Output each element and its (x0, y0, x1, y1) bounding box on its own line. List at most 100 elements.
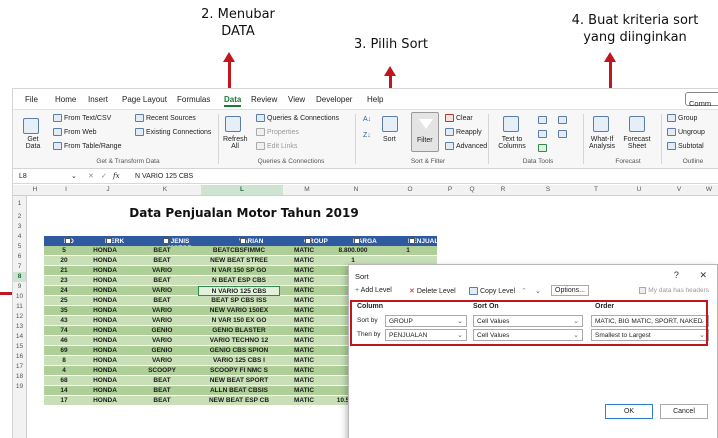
group-button[interactable]: Group (667, 114, 697, 122)
table-cell[interactable]: 1 (378, 247, 438, 254)
table-cell[interactable]: BEAT (126, 397, 198, 404)
table-cell[interactable]: MATIC (280, 397, 328, 404)
table-cell[interactable]: ALLN BEAT CBSIS (198, 387, 280, 394)
table-cell[interactable]: HONDA (84, 347, 126, 354)
col-header[interactable]: T (573, 186, 619, 193)
table-cell[interactable]: VARIO (126, 307, 198, 314)
table-cell[interactable]: MATIC (280, 377, 328, 384)
move-up-icon[interactable]: ⌃ (521, 287, 527, 295)
filter-dropdown-icon[interactable] (65, 238, 71, 244)
cancel-icon[interactable]: ✕ (88, 172, 94, 180)
table-cell[interactable]: HONDA (84, 257, 126, 264)
row-number[interactable]: 9 (13, 282, 26, 292)
table-cell[interactable]: BEATCBSFIMMC (198, 247, 280, 254)
delete-level-button[interactable]: ✕ Delete Level (409, 287, 456, 295)
row-number[interactable]: 3 (13, 222, 26, 232)
reapply-button[interactable]: Reapply (445, 128, 482, 136)
chevron-down-icon[interactable]: ⌄ (71, 172, 77, 180)
table-cell[interactable]: BEAT (126, 277, 198, 284)
table-cell[interactable]: HONDA (84, 367, 126, 374)
table-cell[interactable]: HONDA (84, 277, 126, 284)
table-cell[interactable]: SCOOPY FI NMC S (198, 367, 280, 374)
table-cell[interactable]: HONDA (84, 317, 126, 324)
table-cell[interactable]: VARIO (126, 287, 198, 294)
table-cell[interactable]: HONDA (84, 357, 126, 364)
table-cell[interactable]: BEAT (126, 257, 198, 264)
menu-home[interactable]: Home (55, 95, 76, 104)
row-number[interactable]: 1 (13, 196, 26, 212)
table-cell[interactable]: N BEAT ESP CBS (198, 277, 280, 284)
table-cell[interactable]: MATIC (280, 327, 328, 334)
filter-dropdown-icon[interactable] (354, 238, 360, 244)
row-number[interactable]: 13 (13, 322, 26, 332)
table-cell[interactable]: 21 (44, 267, 84, 274)
comments-button[interactable]: Comm (685, 92, 718, 108)
table-cell[interactable]: 69 (44, 347, 84, 354)
table-cell[interactable]: NEW BEAT ESP CB (198, 397, 280, 404)
my-data-headers-checkbox[interactable]: My data has headers (639, 287, 709, 294)
table-cell[interactable]: HONDA (84, 397, 126, 404)
sort-az-button[interactable]: A↓ (363, 116, 371, 123)
move-down-icon[interactable]: ⌄ (535, 287, 541, 295)
table-cell[interactable]: MATIC (280, 257, 328, 264)
table-cell[interactable]: MATIC (280, 357, 328, 364)
table-cell[interactable]: 1 (328, 257, 378, 264)
row-number[interactable]: 6 (13, 252, 26, 262)
table-cell[interactable]: BEAT (126, 297, 198, 304)
table-cell[interactable]: BEAT SP CBS ISS (198, 297, 280, 304)
col-header[interactable]: N (331, 186, 381, 193)
table-cell[interactable]: 43 (44, 317, 84, 324)
table-cell[interactable]: VARIO (126, 267, 198, 274)
from-text-button[interactable]: From Text/CSV (53, 114, 111, 122)
table-cell[interactable]: MATIC (280, 247, 328, 254)
get-data-button[interactable]: Get Data (23, 136, 43, 150)
clear-button[interactable]: Clear (445, 114, 473, 122)
col-header[interactable]: W (699, 186, 718, 193)
table-cell[interactable]: MATIC (280, 267, 328, 274)
queries-connections-button[interactable]: Queries & Connections (256, 114, 339, 122)
table-cell[interactable]: 4 (44, 367, 84, 374)
col-header[interactable]: J (87, 186, 129, 193)
row-number-selected[interactable]: 8 (13, 272, 26, 282)
remove-duplicates-icon[interactable] (538, 130, 549, 138)
properties-button[interactable]: Properties (256, 128, 299, 136)
table-cell[interactable]: HONDA (84, 297, 126, 304)
table-cell[interactable]: MATIC (280, 297, 328, 304)
col-header[interactable]: H (27, 186, 43, 193)
text-to-columns-button[interactable]: Text to Columns (497, 136, 527, 150)
relationships-icon[interactable] (558, 130, 569, 138)
enter-icon[interactable]: ✓ (101, 172, 107, 180)
table-cell[interactable]: HONDA (84, 307, 126, 314)
cancel-button[interactable]: Cancel (660, 404, 708, 419)
options-button[interactable]: Options... (551, 285, 589, 296)
formula-content[interactable]: N VARIO 125 CBS (135, 173, 193, 180)
table-cell[interactable]: SCOOPY (126, 367, 198, 374)
table-cell[interactable]: 68 (44, 377, 84, 384)
row-number[interactable]: 18 (13, 372, 26, 382)
table-cell[interactable]: MATIC (280, 307, 328, 314)
table-cell[interactable]: BEAT (126, 247, 198, 254)
filter-dropdown-icon[interactable] (240, 238, 246, 244)
ok-button[interactable]: OK (605, 404, 653, 419)
table-cell[interactable]: 20 (44, 257, 84, 264)
name-box[interactable]: L8 (19, 173, 27, 180)
table-cell[interactable]: MATIC (280, 367, 328, 374)
row-number[interactable]: 16 (13, 352, 26, 362)
row-number[interactable]: 17 (13, 362, 26, 372)
table-cell[interactable]: HONDA (84, 337, 126, 344)
table-cell[interactable]: NEW VARIO 150EX (198, 307, 280, 314)
table-cell[interactable]: MATIC (280, 277, 328, 284)
table-cell[interactable]: VARIO (126, 317, 198, 324)
table-cell[interactable]: N VAR 150 SP GO (198, 267, 280, 274)
refresh-all-button[interactable]: Refresh All (223, 136, 248, 150)
add-level-button[interactable]: + Add Level (355, 287, 392, 294)
table-cell[interactable]: MATIC (280, 347, 328, 354)
forecast-sheet-button[interactable]: Forecast Sheet (621, 136, 653, 150)
col-header[interactable]: U (619, 186, 659, 193)
ungroup-button[interactable]: Ungroup (667, 128, 705, 136)
col-header-selected[interactable]: L (201, 185, 283, 195)
table-cell[interactable]: VARIO (126, 337, 198, 344)
table-cell[interactable]: 5 (44, 247, 84, 254)
table-cell[interactable]: HONDA (84, 287, 126, 294)
menu-help[interactable]: Help (367, 95, 383, 104)
